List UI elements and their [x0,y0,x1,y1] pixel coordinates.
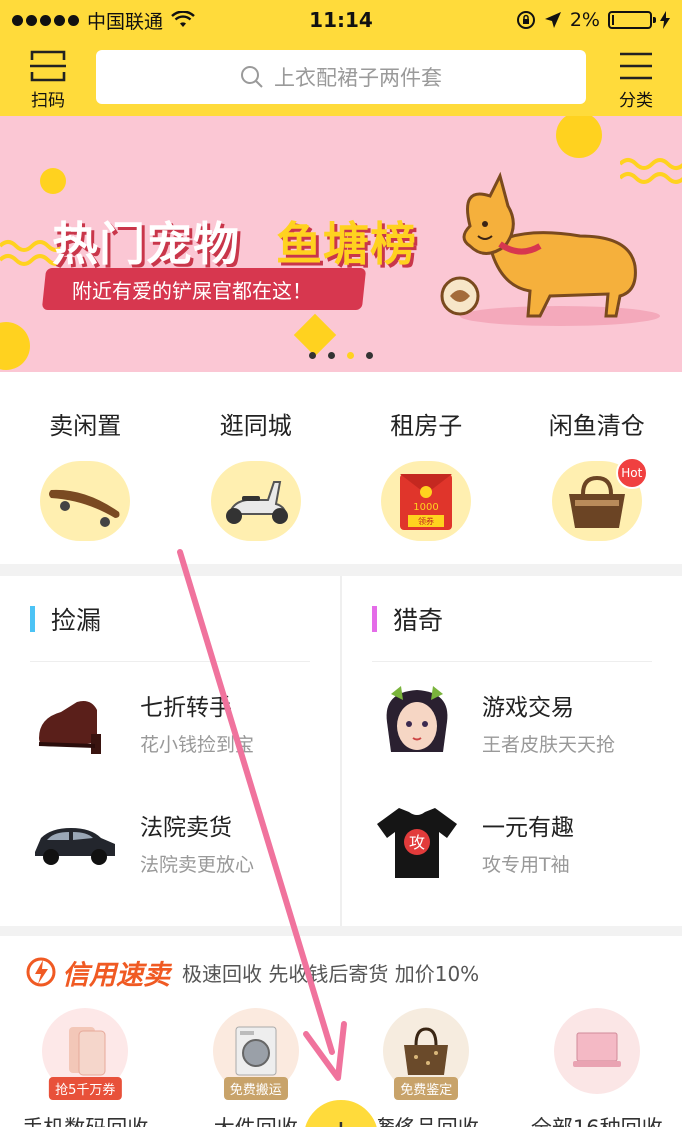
item-title: 游戏交易 [482,694,574,721]
laptop-icon [572,1032,621,1067]
scooter-icon [225,481,288,524]
clock: 11:14 [309,8,373,32]
decor-dot [0,322,30,370]
section-header[interactable]: 捡漏 [30,576,310,662]
tshirt-icon: 攻 [377,808,457,878]
quick-nav-rent[interactable]: 租房子 1000 领券 [341,372,512,564]
pager-dot[interactable] [309,352,316,359]
handbag-icon [404,1027,449,1075]
section-title: 猎奇 [393,605,444,635]
battery-percent: 2% [569,9,600,31]
quick-nav-local[interactable]: 逛同城 [171,372,342,564]
decor-dot [556,116,602,158]
scan-icon [30,50,66,82]
skateboard-icon [49,489,120,527]
rotation-lock-icon [516,11,535,29]
promo-tag: 免费鉴定 [394,1077,459,1100]
list-item[interactable]: 法院卖货法院卖更放心 [30,782,310,902]
list-item[interactable]: 游戏交易王者皮肤天天抢 [372,662,652,782]
recycle-item-all[interactable]: 全部16种回收 [512,1008,682,1127]
envelope-amount: 1000 [414,502,439,513]
feature-sections: 捡漏 七折转手花小钱捡到宝 法院卖货法院卖更放心 猎奇 游戏交易王者皮肤天天抢 … [0,576,682,926]
game-character-icon [386,686,448,752]
item-subtitle: 攻专用T袖 [482,853,570,876]
promo-banner[interactable]: 热门宠物 鱼塘榜 附近有爱的铲屎官都在这！ [0,116,682,372]
section-bargains: 捡漏 七折转手花小钱捡到宝 法院卖货法院卖更放心 [0,576,340,926]
corgi-dog-icon [440,171,660,326]
quick-nav: 卖闲置 逛同城 租房子 1000 领券 闲鱼清仓 Hot [0,372,682,564]
charging-icon [660,11,670,29]
hot-badge: Hot [615,457,648,489]
quick-nav-label: 卖闲置 [49,412,122,440]
section-curiosity: 猎奇 游戏交易王者皮肤天天抢 攻 一元有趣攻专用T袖 [340,576,682,926]
car-icon [35,828,115,865]
recycle-item-label: 手机数码回收 [22,1112,148,1127]
battery-icon [608,11,656,29]
lightning-logo-icon [26,957,56,987]
quick-nav-label: 租房子 [390,412,463,440]
section-accent-bar [30,605,35,632]
scan-label: 扫码 [31,91,65,111]
section-accent-bar [372,605,377,632]
menu-icon [620,52,652,80]
washer-icon [235,1026,277,1076]
search-placeholder: 上衣配裙子两件套 [274,66,442,90]
quick-nav-sell-idle[interactable]: 卖闲置 [0,372,171,564]
item-title: 七折转手 [140,694,232,721]
banner-subtitle-ribbon: 附近有爱的铲屎官都在这！ [41,268,367,310]
promo-tag: 抢5千万券 [49,1077,122,1100]
quick-nav-clearance[interactable]: 闲鱼清仓 Hot [512,372,682,564]
category-button[interactable]: 分类 [606,48,666,112]
shoe-icon [38,701,101,754]
category-label: 分类 [619,91,653,111]
banner-title-white: 热门宠物 [52,217,240,271]
envelope-caption: 领券 [418,516,434,526]
search-input[interactable]: 上衣配裙子两件套 [96,50,586,104]
quick-nav-label: 闲鱼清仓 [548,412,645,440]
location-icon [544,12,561,28]
item-title: 法院卖货 [140,814,232,841]
banner-title-yellow: 鱼塘榜 [276,217,417,271]
recycle-item-label: 大件回收 [214,1112,298,1127]
item-title: 一元有趣 [482,814,574,841]
item-subtitle: 王者皮肤天天抢 [482,733,616,756]
list-item[interactable]: 攻 一元有趣攻专用T袖 [372,782,652,902]
scan-button[interactable]: 扫码 [18,48,78,112]
item-subtitle: 法院卖更放心 [140,853,255,876]
tshirt-print: 攻 [409,833,425,852]
phone-icon [69,1027,106,1076]
signal-dots-icon [12,14,79,26]
recycle-item-label: 全部16种回收 [531,1112,663,1127]
carrier-name: 中国联通 [87,10,164,33]
section-title: 捡漏 [51,605,102,635]
wifi-icon [171,11,195,27]
recycle-item-digital[interactable]: 抢5千万券 手机数码回收 [0,1008,171,1127]
pager-dot[interactable] [328,352,335,359]
top-header: 扫码 上衣配裙子两件套 分类 [0,40,682,116]
recycle-item-label: 奢侈品回收 [374,1112,479,1127]
diamond-decor-icon [293,313,337,357]
credit-sell-brand: 信用速卖 [62,959,170,991]
pager-dot[interactable] [366,352,373,359]
red-envelope-icon: 1000 领券 [400,474,453,530]
banner-pager[interactable] [0,352,682,359]
list-item[interactable]: 七折转手花小钱捡到宝 [30,662,310,782]
status-bar: 中国联通 11:14 2% [0,0,682,40]
item-subtitle: 花小钱捡到宝 [140,733,255,756]
search-icon [241,66,263,88]
pager-dot-active[interactable] [347,352,354,359]
promo-tag: 免费搬运 [223,1077,288,1100]
quick-nav-label: 逛同城 [219,412,292,440]
banner-subtitle: 附近有爱的铲屎官都在这！ [72,278,312,303]
decor-dot [40,168,66,194]
credit-sell-header[interactable]: 信用速卖 极速回收 先收钱后寄货 加价10% [0,936,682,1008]
credit-sell-slogan: 极速回收 先收钱后寄货 加价10% [182,961,480,986]
section-header[interactable]: 猎奇 [372,576,652,662]
